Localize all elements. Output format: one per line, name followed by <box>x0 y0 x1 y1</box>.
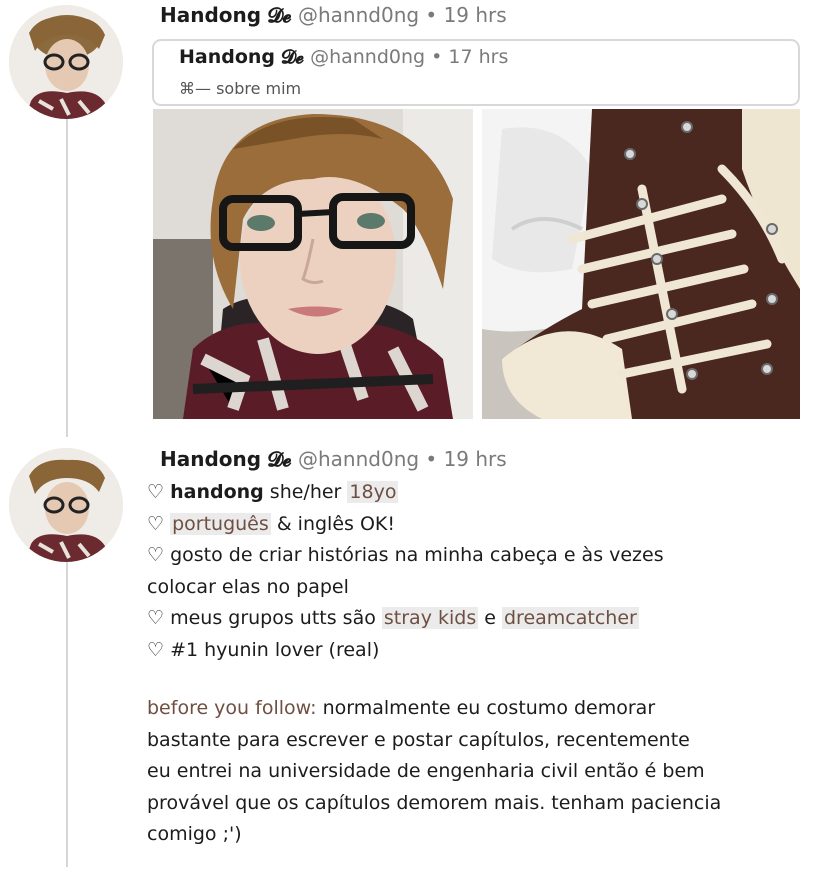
note-block: before you follow: normalmente eu costum… <box>147 693 721 851</box>
note-label: before you follow: <box>147 697 317 719</box>
quote-author-handle[interactable]: @hannd0ng <box>310 46 425 68</box>
note-line-1: before you follow: normalmente eu costum… <box>147 693 721 725</box>
bio-line-5: ♡ #1 hyunin lover (real) <box>147 635 664 667</box>
thread-line <box>66 562 68 867</box>
avatar-image <box>9 448 123 562</box>
quote-time[interactable]: 17 hrs <box>448 46 508 68</box>
separator-dot: • <box>425 3 438 27</box>
bio-stories: gosto de criar histórias na minha cabeça… <box>164 544 664 566</box>
quote-text-content: — sobre mim <box>195 79 302 98</box>
selfie-image <box>153 109 473 419</box>
author-name[interactable]: Handong <box>160 447 261 471</box>
avatar[interactable] <box>9 5 123 119</box>
command-icon: ⌘ <box>179 79 195 98</box>
bio-block: ♡ handong she/her 18yo ♡ português & ing… <box>147 477 664 666</box>
quote-author-name[interactable]: Handong <box>179 46 275 68</box>
quote-author-emoji: 𝓓𝓮 <box>281 46 305 68</box>
bio-line-4: ♡ meus grupos utts são stray kids e drea… <box>147 603 664 635</box>
post-header: Handong 𝓓𝓮 @hannd0ng • 19 hrs <box>160 447 507 471</box>
tag-age[interactable]: 18yo <box>347 481 399 503</box>
note-line-3: eu entrei na universidade de engenharia … <box>147 760 705 782</box>
avatar-image <box>9 5 123 119</box>
heart-icon: ♡ <box>147 638 165 661</box>
bio-line-3: ♡ gosto de criar histórias na minha cabe… <box>147 540 664 572</box>
bio-line-3b: colocar elas no papel <box>147 575 349 598</box>
note-line-2: bastante para escrever e postar capítulo… <box>147 728 690 751</box>
sneakers-image <box>482 109 800 419</box>
quote-text: ⌘— sobre mim <box>179 79 301 98</box>
note-text-1: normalmente eu costumo demorar <box>316 697 656 719</box>
bio-languages: & inglês OK! <box>270 512 395 535</box>
photo-sneakers[interactable] <box>482 109 800 419</box>
heart-icon: ♡ <box>147 544 165 566</box>
note-line-5: comigo ;') <box>147 823 242 845</box>
photo-selfie[interactable] <box>153 109 473 419</box>
bio-line-1: ♡ handong she/her 18yo <box>147 477 664 509</box>
heart-icon: ♡ <box>147 481 165 503</box>
quote-header: Handong 𝓓𝓮 @hannd0ng • 17 hrs <box>179 46 508 68</box>
bio-lover: #1 hyunin lover (real) <box>164 638 380 661</box>
post-time[interactable]: 19 hrs <box>444 447 507 471</box>
bio-line-2: ♡ português & inglês OK! <box>147 509 664 541</box>
author-handle[interactable]: @hannd0ng <box>298 3 419 27</box>
post-time[interactable]: 19 hrs <box>444 3 507 27</box>
thread-line <box>66 119 68 437</box>
tag-stray-kids[interactable]: stray kids <box>381 607 479 629</box>
post-header: Handong 𝓓𝓮 @hannd0ng • 19 hrs <box>160 3 507 27</box>
author-emoji: 𝓓𝓮 <box>267 447 292 471</box>
heart-icon: ♡ <box>147 512 165 535</box>
quote-separator-dot: • <box>431 46 443 68</box>
avatar[interactable] <box>9 448 123 562</box>
bio-pronouns: she/her <box>263 481 348 503</box>
note-line-4: provável que os capítulos demorem mais. … <box>147 791 722 814</box>
quoted-post[interactable]: Handong 𝓓𝓮 @hannd0ng • 17 hrs ⌘— sobre m… <box>152 39 800 106</box>
heart-icon: ♡ <box>147 607 165 629</box>
separator-dot: • <box>425 447 438 471</box>
author-emoji: 𝓓𝓮 <box>267 3 292 27</box>
author-name[interactable]: Handong <box>160 3 261 27</box>
bio-name: handong <box>170 481 264 503</box>
bio-and: e <box>478 607 502 629</box>
bio-groups: meus grupos utts são <box>164 607 382 629</box>
author-handle[interactable]: @hannd0ng <box>298 447 419 471</box>
tag-language[interactable]: português <box>170 512 271 535</box>
tag-dreamcatcher[interactable]: dreamcatcher <box>502 607 639 629</box>
